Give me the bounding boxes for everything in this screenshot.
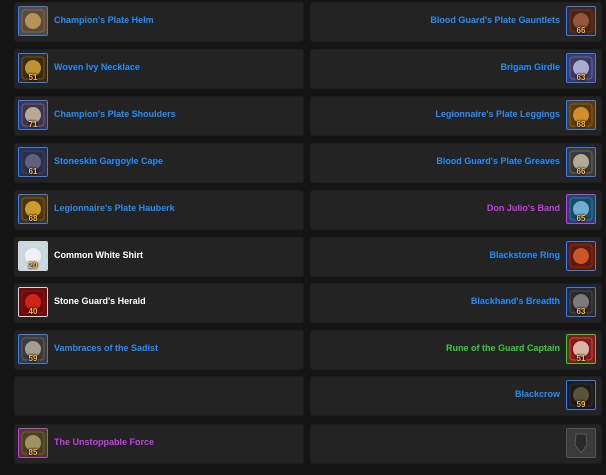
right-slot-5[interactable]: 65 Don Julio's Band: [310, 190, 602, 230]
item-name[interactable]: Stone Guard's Herald: [54, 296, 146, 306]
tabard-icon[interactable]: 40: [18, 287, 48, 317]
boots-icon[interactable]: 66: [566, 147, 596, 177]
trinket-icon[interactable]: 51: [566, 334, 596, 364]
item-name[interactable]: Legionnaire's Plate Hauberk: [54, 203, 175, 213]
left-slot-10[interactable]: 85 The Unstoppable Force: [14, 424, 304, 464]
cape-icon[interactable]: 61: [18, 147, 48, 177]
right-slot-8[interactable]: 51 Rune of the Guard Captain: [310, 330, 602, 370]
item-level: 68: [28, 214, 38, 223]
item-level: 63: [576, 307, 586, 316]
mace-icon[interactable]: 85: [18, 428, 48, 458]
item-name[interactable]: Woven Ivy Necklace: [54, 62, 140, 72]
shoulders-icon[interactable]: 71: [18, 100, 48, 130]
item-name[interactable]: Champion's Plate Shoulders: [54, 109, 176, 119]
item-level: 63: [576, 73, 586, 82]
right-slot-1[interactable]: 66 Blood Guard's Plate Gauntlets: [310, 2, 602, 42]
gauntlets-icon[interactable]: 66: [566, 6, 596, 36]
item-name[interactable]: Don Julio's Band: [487, 203, 560, 213]
shirt-icon[interactable]: 20: [18, 241, 48, 271]
item-name[interactable]: Common White Shirt: [54, 250, 143, 260]
item-name[interactable]: Vambraces of the Sadist: [54, 343, 158, 353]
item-name[interactable]: Brigam Girdle: [500, 62, 560, 72]
right-slot-6[interactable]: Blackstone Ring: [310, 237, 602, 277]
left-slot-5[interactable]: 68 Legionnaire's Plate Hauberk: [14, 190, 304, 230]
item-level: 51: [28, 73, 38, 82]
item-level: 51: [576, 354, 586, 363]
left-slot-6[interactable]: 20 Common White Shirt: [14, 237, 304, 277]
item-name[interactable]: Legionnaire's Plate Leggings: [435, 109, 560, 119]
item-name[interactable]: Blood Guard's Plate Greaves: [436, 156, 560, 166]
item-name[interactable]: Blood Guard's Plate Gauntlets: [430, 15, 560, 25]
item-level: 61: [28, 167, 38, 176]
left-slot-3[interactable]: 71 Champion's Plate Shoulders: [14, 96, 304, 136]
item-name[interactable]: Stoneskin Gargoyle Cape: [54, 156, 163, 166]
left-slot-2[interactable]: 51 Woven Ivy Necklace: [14, 49, 304, 89]
item-level: 59: [576, 400, 586, 409]
item-name[interactable]: Blackstone Ring: [489, 250, 560, 260]
ring-icon[interactable]: 65: [566, 194, 596, 224]
item-name[interactable]: Blackcrow: [515, 389, 560, 399]
helm-icon[interactable]: [18, 6, 48, 36]
right-slot-3[interactable]: 68 Legionnaire's Plate Leggings: [310, 96, 602, 136]
right-slot-10[interactable]: [310, 424, 602, 464]
item-level: 20: [28, 261, 38, 270]
item-level: 40: [28, 307, 38, 316]
left-slot-9[interactable]: [14, 376, 304, 416]
right-slot-9[interactable]: 59 Blackcrow: [310, 376, 602, 416]
right-slot-4[interactable]: 66 Blood Guard's Plate Greaves: [310, 143, 602, 183]
belt-icon[interactable]: 63: [566, 53, 596, 83]
leggings-icon[interactable]: 68: [566, 100, 596, 130]
item-level: 66: [576, 167, 586, 176]
bracers-icon[interactable]: 59: [18, 334, 48, 364]
item-level: 71: [28, 120, 38, 129]
item-name[interactable]: Rune of the Guard Captain: [446, 343, 560, 353]
item-level: 68: [576, 120, 586, 129]
right-slot-7[interactable]: 63 Blackhand's Breadth: [310, 283, 602, 323]
left-slot-1[interactable]: Champion's Plate Helm: [14, 2, 304, 42]
item-level: 59: [28, 354, 38, 363]
left-slot-8[interactable]: 59 Vambraces of the Sadist: [14, 330, 304, 370]
chest-icon[interactable]: 68: [18, 194, 48, 224]
trinket-icon[interactable]: 63: [566, 287, 596, 317]
shield-icon[interactable]: [566, 428, 596, 458]
item-name[interactable]: Champion's Plate Helm: [54, 15, 154, 25]
item-level: 85: [28, 448, 38, 457]
necklace-icon[interactable]: 51: [18, 53, 48, 83]
left-slot-4[interactable]: 61 Stoneskin Gargoyle Cape: [14, 143, 304, 183]
left-slot-7[interactable]: 40 Stone Guard's Herald: [14, 283, 304, 323]
ring-icon[interactable]: [566, 241, 596, 271]
right-slot-2[interactable]: 63 Brigam Girdle: [310, 49, 602, 89]
item-name[interactable]: The Unstoppable Force: [54, 437, 154, 447]
item-name[interactable]: Blackhand's Breadth: [471, 296, 560, 306]
item-level: 66: [576, 26, 586, 35]
bow-icon[interactable]: 59: [566, 380, 596, 410]
item-level: 65: [576, 214, 586, 223]
